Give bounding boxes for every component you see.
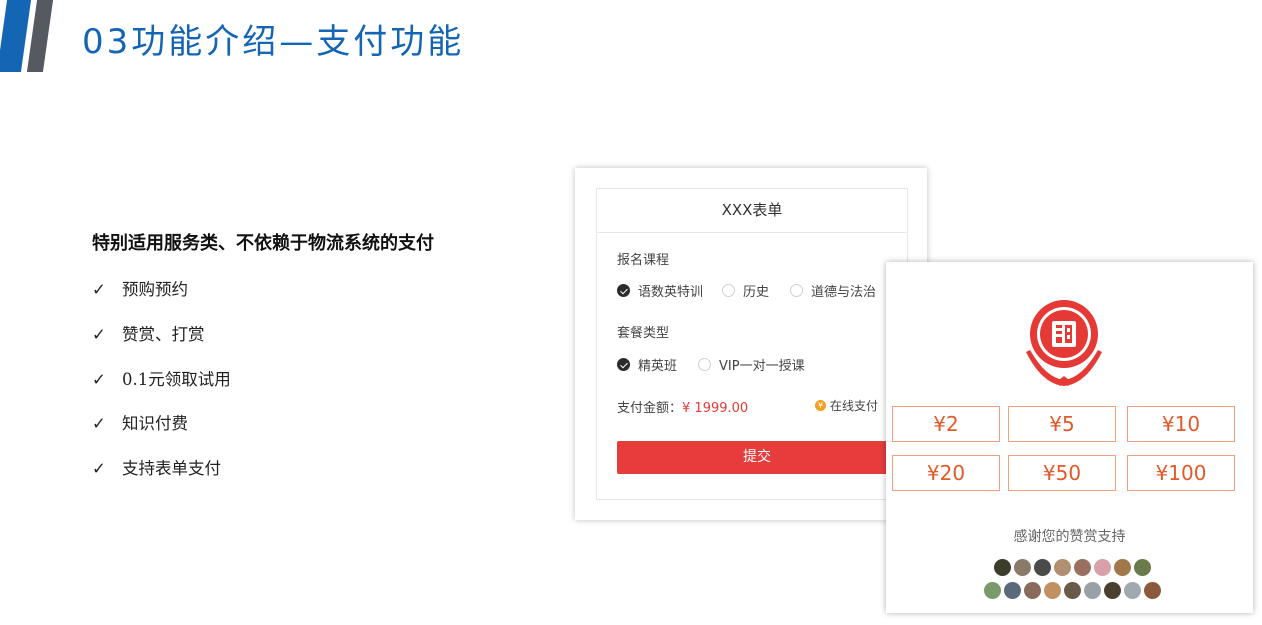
amount-option-20[interactable]: ¥20 [892,455,1000,491]
red-seal-logo [1026,300,1102,386]
thanks-text: 感谢您的赞赏支持 [1013,529,1126,545]
radio-empty-icon [698,358,711,371]
avatar [1063,582,1081,599]
amount-option-10[interactable]: ¥10 [1127,406,1235,442]
avatar [983,582,1001,599]
avatar [1113,559,1131,576]
amount-option-5[interactable]: ¥5 [1008,406,1116,442]
avatar [1123,582,1141,599]
radio-package-1[interactable]: 精英班 [617,355,677,374]
coin-icon: ¥ [815,400,826,411]
amount-option-50[interactable]: ¥50 [1008,455,1116,491]
avatar [993,559,1011,576]
radio-package-2[interactable]: VIP一对一授课 [698,355,805,374]
reward-card: ¥2 ¥5 ¥10 ¥20 ¥50 ¥100 感谢您的赞赏支持 [886,262,1253,613]
radio-course-2[interactable]: 历史 [722,281,769,300]
amount-option-100[interactable]: ¥100 [1127,455,1235,491]
radio-course-3[interactable]: 道德与法治 [790,281,876,300]
feature-item: ✓ 预购预约 [92,280,188,299]
lead-text: 特别适用服务类、不依赖于物流系统的支付 [92,233,434,254]
check-icon: ✓ [92,414,106,434]
form-panel: XXX表单 报名课程 语数英特训 历史 道德与法治 套餐类型 精英班 VIP一对… [596,188,908,500]
avatar [1053,559,1071,576]
avatar [1003,582,1021,599]
check-icon: ✓ [92,280,106,299]
avatar [1083,582,1101,599]
avatar [1023,582,1041,599]
submit-button[interactable]: 提交 [617,441,897,474]
feature-list: ✓ 预购预约 ✓ 赞赏、打赏 ✓ 0.1元领取试用 ✓ 知识付费 ✓ 支持表单支付 [92,276,231,500]
header-accent-bar-blue [0,0,32,72]
form-title: XXX表单 [597,189,907,233]
avatar [1093,559,1111,576]
avatar [1143,582,1161,599]
avatar [1013,559,1031,576]
amount-value: ¥ 1999.00 [682,401,749,416]
feature-item: ✓ 0.1元领取试用 [92,369,231,389]
package-label: 套餐类型 [617,326,670,341]
feature-item: ✓ 知识付费 [92,414,188,434]
page-title: 03功能介绍—支付功能 [82,22,465,62]
supporter-avatars-row-1 [982,559,1162,576]
feature-item: ✓ 赞赏、打赏 [92,324,205,344]
avatar [1133,559,1151,576]
radio-course-1[interactable]: 语数英特训 [617,281,703,300]
radio-checked-icon [617,284,630,297]
check-icon: ✓ [92,369,106,389]
pay-method[interactable]: ¥ 在线支付 [815,397,878,414]
radio-checked-icon [617,358,630,371]
radio-empty-icon [790,284,803,297]
feature-item: ✓ 支持表单支付 [92,459,221,479]
avatar [1033,559,1051,576]
header-accent-bar-gray [26,0,54,72]
form-card: XXX表单 报名课程 语数英特训 历史 道德与法治 套餐类型 精英班 VIP一对… [575,168,927,520]
amount-option-2[interactable]: ¥2 [892,406,1000,442]
avatar [1043,582,1061,599]
radio-empty-icon [722,284,735,297]
amount-row: 支付金额：¥ 1999.00 [617,397,748,416]
supporter-avatars-row-2 [982,582,1162,599]
avatar [1073,559,1091,576]
course-label: 报名课程 [617,253,670,268]
check-icon: ✓ [92,459,106,479]
check-icon: ✓ [92,324,106,344]
avatar [1103,582,1121,599]
amount-label: 支付金额： [617,401,683,416]
